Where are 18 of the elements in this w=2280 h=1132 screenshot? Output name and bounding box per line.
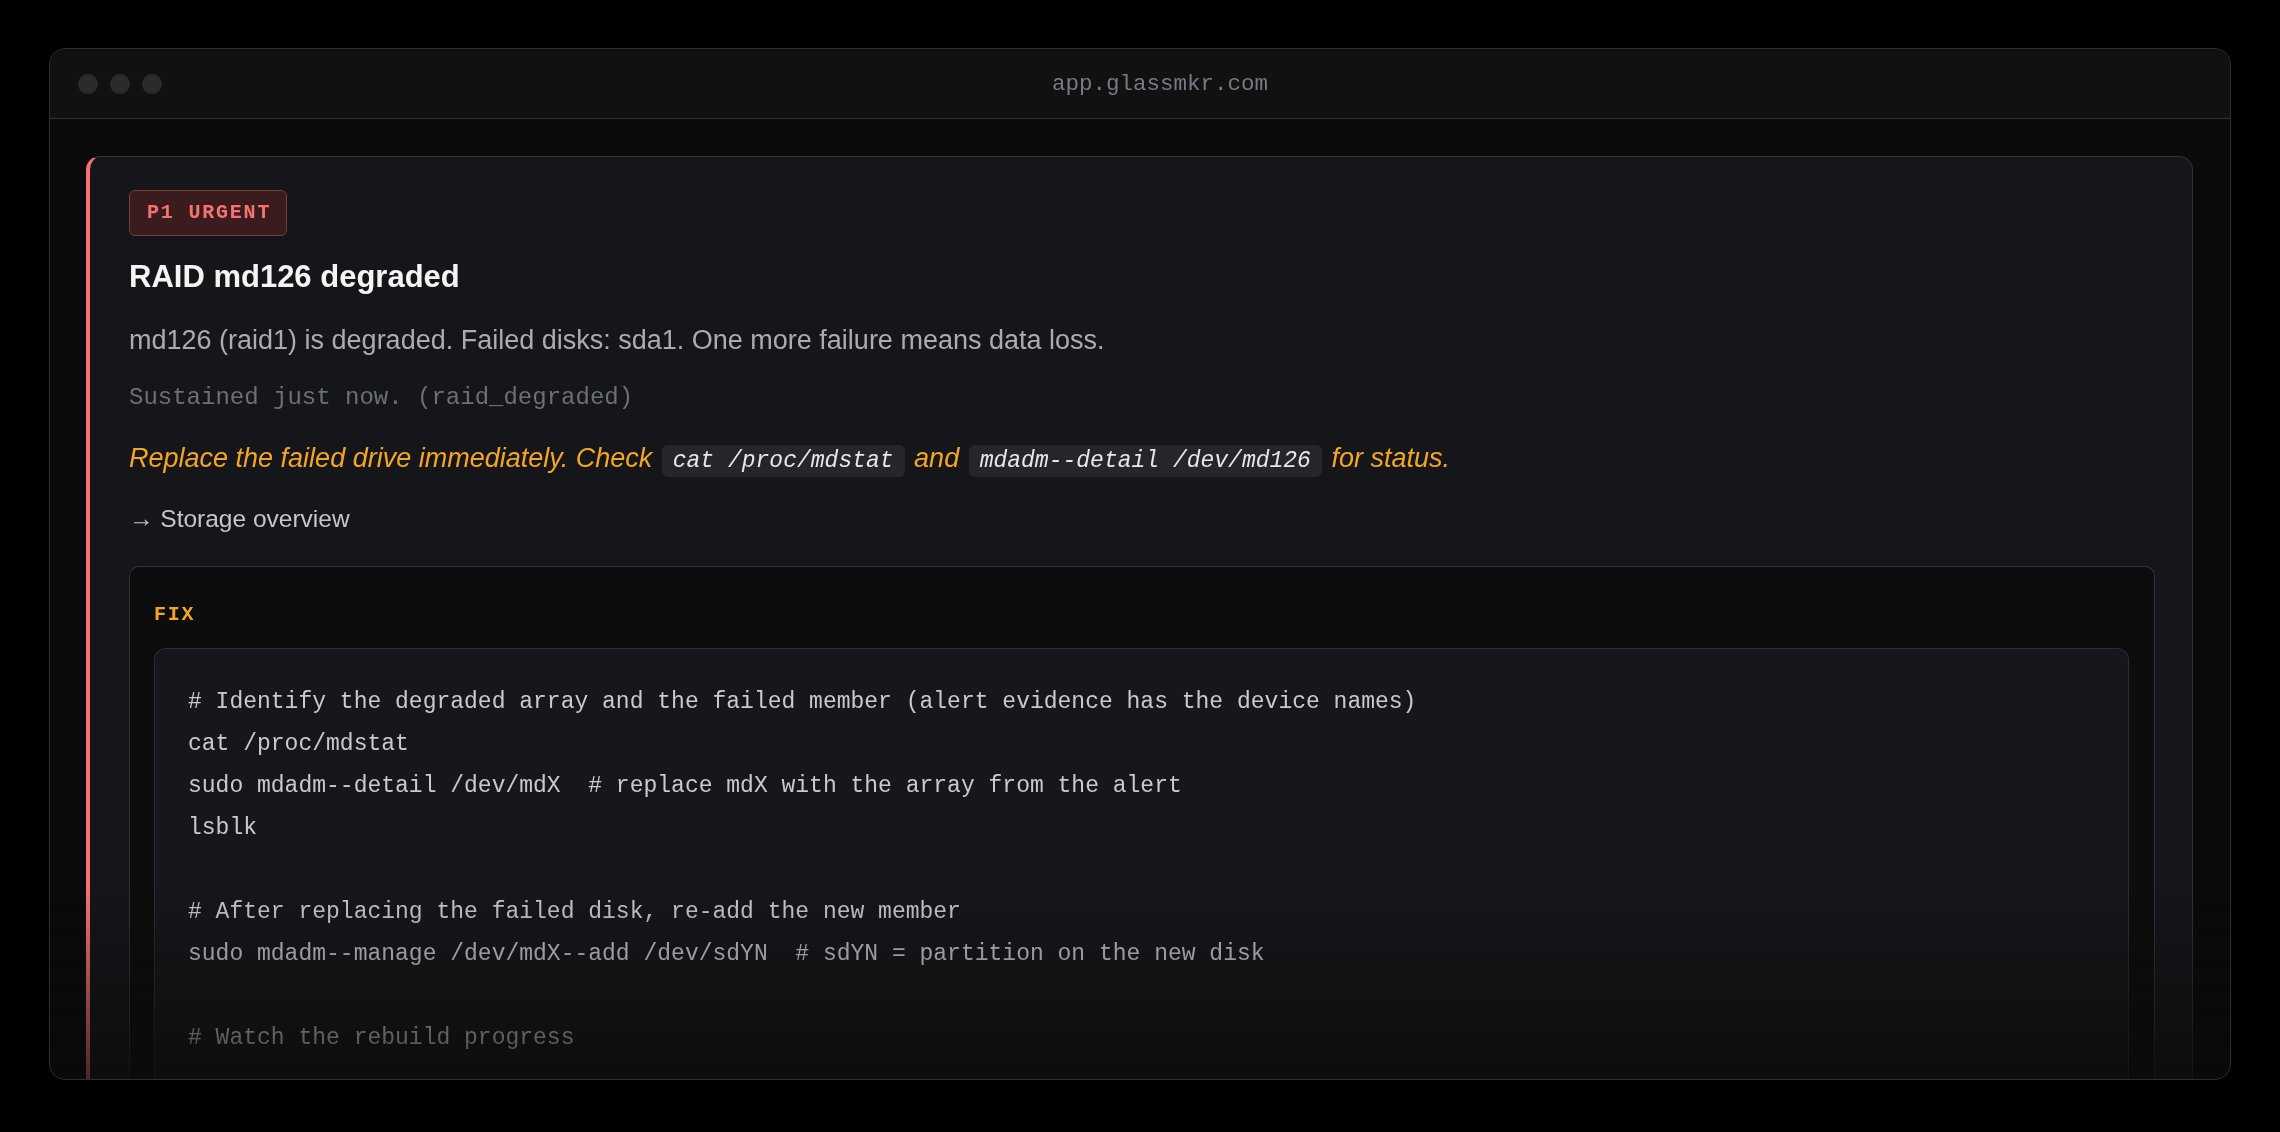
code-line: sudo mdadm--manage /dev/mdX--add /dev/sdYN # sdYN = partition on the new disk xyxy=(188,940,1265,969)
code-line: sudo mdadm--detail /dev/mdX # replace mdX with the array from the alert xyxy=(188,772,1182,801)
remediation-text: Replace the failed drive immediately. Check cat /proc/mdstat and mdadm--detail /dev/md126 for status. xyxy=(129,440,1450,479)
fix-label: FIX xyxy=(154,603,196,627)
code-line: # Identify the degraded array and the failed member (alert evidence has the device names) xyxy=(188,688,1417,717)
code-line: # Watch the rebuild progress xyxy=(188,1024,575,1053)
code-line: cat /proc/mdstat xyxy=(188,730,409,759)
alert-description: md126 (raid1) is degraded. Failed disks: sda1. One more failure means data loss. xyxy=(129,324,1105,357)
window-control-icon[interactable] xyxy=(142,73,162,94)
url-text: app.glassmkr.com xyxy=(1051,70,1268,97)
storage-overview-link[interactable]: → Storage overview xyxy=(129,503,350,535)
window-control-icon[interactable] xyxy=(78,73,98,94)
window-control-icon[interactable] xyxy=(110,73,130,94)
code-line: lsblk xyxy=(188,814,257,843)
priority-badge: P1 URGENT xyxy=(129,190,288,236)
alert-meta-text: Sustained just now. (raid_degraded) xyxy=(129,383,634,413)
alert-title: RAID md126 degraded xyxy=(129,258,460,296)
code-line: # After replacing the failed disk, re-add the new member xyxy=(188,898,961,927)
